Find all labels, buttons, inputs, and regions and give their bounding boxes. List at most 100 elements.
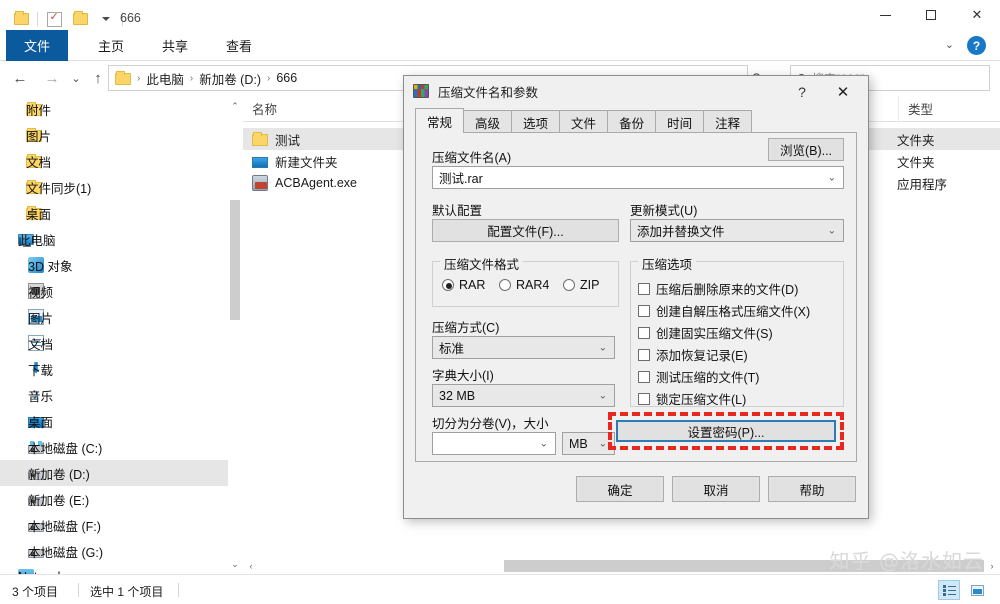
window-title: 666 <box>120 11 141 25</box>
dialog-close-icon[interactable]: ✕ <box>830 82 856 102</box>
sidebar-item-11[interactable]: ♪ 音乐 <box>0 382 228 408</box>
checkbox-test-archive[interactable]: 测试压缩的文件(T) <box>638 367 759 386</box>
checkbox-icon <box>638 370 650 383</box>
checkbox-delete-after[interactable]: 压缩后删除原来的文件(D) <box>638 279 798 298</box>
nav-scrollbar-thumb[interactable] <box>230 200 240 320</box>
column-header-type[interactable]: 类型 <box>898 96 1000 121</box>
chevron-down-icon[interactable]: ⌄ <box>540 438 548 449</box>
navigation-pane[interactable]: 附件 图片 文档 文件同步(1) 桌面 此电脑 3D 对象 视频 图片 文档 ⬇ 下载 ♪ 音乐 桌面 本地磁… <box>0 96 228 574</box>
radio-rar4[interactable]: RAR4 <box>499 278 549 292</box>
checkbox-label: 压缩后删除原来的文件(D) <box>656 283 799 297</box>
sidebar-item-10[interactable]: ⬇ 下载 <box>0 356 228 382</box>
file-type-cell: 应用程序 <box>897 177 948 192</box>
sidebar-item-16[interactable]: 本地磁盘 (F:) <box>0 512 228 538</box>
tab-time[interactable]: 时间 <box>655 110 705 133</box>
tab-options[interactable]: 选项 <box>511 110 561 133</box>
file-type-cell: 文件夹 <box>897 133 935 148</box>
nav-scrollbar[interactable] <box>228 96 242 574</box>
split-size-input[interactable]: ⌄ <box>432 432 556 455</box>
help-icon[interactable]: ? <box>967 36 986 55</box>
sidebar-item-label: 下载 <box>28 363 54 378</box>
dialog-help-button[interactable]: ? <box>790 82 814 102</box>
breadcrumb-item-this-pc[interactable]: 此电脑 <box>146 69 184 88</box>
tab-backup[interactable]: 备份 <box>607 110 657 133</box>
tab-view[interactable]: 查看 <box>212 30 266 61</box>
sidebar-item-14[interactable]: 新加卷 (D:) <box>0 460 228 486</box>
chevron-down-icon[interactable]: ⌄ <box>599 390 607 401</box>
sidebar-item-8[interactable]: 图片 <box>0 304 228 330</box>
update-mode-select[interactable]: 添加并替换文件 ⌄ <box>630 219 844 242</box>
new-folder-icon[interactable] <box>67 7 93 31</box>
ok-button[interactable]: 确定 <box>576 476 664 502</box>
dictionary-size-label: 字典大小(I) <box>432 369 494 383</box>
file-name-label: ACBAgent.exe <box>275 176 357 190</box>
checkbox-recovery-record[interactable]: 添加恢复记录(E) <box>638 345 748 364</box>
sidebar-item-18[interactable]: Network <box>0 564 228 574</box>
radio-rar[interactable]: RAR <box>442 278 485 292</box>
sidebar-item-15[interactable]: 新加卷 (E:) <box>0 486 228 512</box>
file-name-cell: 新建文件夹 <box>252 152 338 171</box>
compression-method-label: 压缩方式(C) <box>432 321 500 335</box>
tab-general[interactable]: 常规 <box>415 108 465 133</box>
chevron-down-icon[interactable] <box>93 7 119 31</box>
minimize-button[interactable] <box>862 0 908 30</box>
tab-file[interactable]: 文件 <box>6 30 68 61</box>
scroll-up-button[interactable]: ⌃ <box>228 98 242 114</box>
chevron-down-icon[interactable]: ⌄ <box>945 38 954 51</box>
tab-advanced[interactable]: 高级 <box>463 110 513 133</box>
scroll-left-button[interactable]: ‹ <box>243 558 259 574</box>
recent-locations-button[interactable]: ⌄ <box>64 66 88 90</box>
sidebar-item-label: 新加卷 (D:) <box>28 467 90 482</box>
set-password-button[interactable]: 设置密码(P)... <box>616 420 836 442</box>
help-button[interactable]: 帮助 <box>768 476 856 502</box>
sidebar-item-7[interactable]: 视频 <box>0 278 228 304</box>
checkbox-lock-archive[interactable]: 锁定压缩文件(L) <box>638 389 746 408</box>
up-button[interactable]: ↑ <box>86 66 110 90</box>
breadcrumb-item-666[interactable]: 666 <box>276 71 297 85</box>
cancel-button[interactable]: 取消 <box>672 476 760 502</box>
forward-button[interactable]: → <box>40 66 64 90</box>
tab-home[interactable]: 主页 <box>84 30 138 61</box>
scroll-right-button[interactable]: › <box>984 558 1000 574</box>
dictionary-size-select[interactable]: 32 MB ⌄ <box>432 384 615 407</box>
sidebar-item-2[interactable]: 文档 <box>0 148 228 174</box>
sidebar-item-5[interactable]: 此电脑 <box>0 226 228 252</box>
sidebar-item-9[interactable]: 文档 <box>0 330 228 356</box>
back-button[interactable]: ← <box>8 66 32 90</box>
archive-name-input[interactable]: 测试.rar ⌄ <box>432 166 844 189</box>
breadcrumb-item-drive-d[interactable]: 新加卷 (D:) <box>199 69 261 88</box>
tab-comment[interactable]: 注释 <box>703 110 753 133</box>
checkbox-label: 创建自解压格式压缩文件(X) <box>656 305 811 319</box>
browse-button[interactable]: 浏览(B)... <box>768 138 844 161</box>
chevron-down-icon[interactable]: ⌄ <box>599 438 607 449</box>
details-view-icon[interactable] <box>966 580 988 600</box>
compression-method-select[interactable]: 标准 ⌄ <box>432 336 615 359</box>
sidebar-item-0[interactable]: 附件 <box>0 96 228 122</box>
sidebar-item-3[interactable]: 文件同步(1) <box>0 174 228 200</box>
maximize-button[interactable] <box>908 0 954 30</box>
profile-button[interactable]: 配置文件(F)... <box>432 219 619 242</box>
checkbox-solid[interactable]: 创建固实压缩文件(S) <box>638 323 773 342</box>
sidebar-item-13[interactable]: 本地磁盘 (C:) <box>0 434 228 460</box>
radio-zip[interactable]: ZIP <box>563 278 599 292</box>
sidebar-item-4[interactable]: 桌面 <box>0 200 228 226</box>
list-view-icon[interactable] <box>938 580 960 600</box>
sidebar-item-1[interactable]: 图片 <box>0 122 228 148</box>
close-button[interactable]: ✕ <box>954 0 1000 30</box>
chevron-down-icon[interactable]: ⌄ <box>828 172 836 183</box>
properties-icon[interactable] <box>41 7 67 31</box>
sidebar-item-12[interactable]: 桌面 <box>0 408 228 434</box>
scroll-down-button[interactable]: ⌄ <box>228 556 242 572</box>
tab-share[interactable]: 共享 <box>148 30 202 61</box>
chevron-down-icon[interactable]: ⌄ <box>828 225 836 236</box>
sidebar-item-label: 本地磁盘 (C:) <box>28 441 103 456</box>
sidebar-item-17[interactable]: 本地磁盘 (G:) <box>0 538 228 564</box>
checkbox-sfx[interactable]: 创建自解压格式压缩文件(X) <box>638 301 810 320</box>
chevron-down-icon[interactable]: ⌄ <box>599 342 607 353</box>
sidebar-item-6[interactable]: 3D 对象 <box>0 252 228 278</box>
radio-label: RAR4 <box>516 278 550 292</box>
folder-icon[interactable] <box>8 7 34 31</box>
breadcrumb-separator: › <box>267 72 271 84</box>
dialog-tab-strip: 常规 高级 选项 文件 备份 时间 注释 <box>415 108 857 133</box>
tab-files[interactable]: 文件 <box>559 110 609 133</box>
